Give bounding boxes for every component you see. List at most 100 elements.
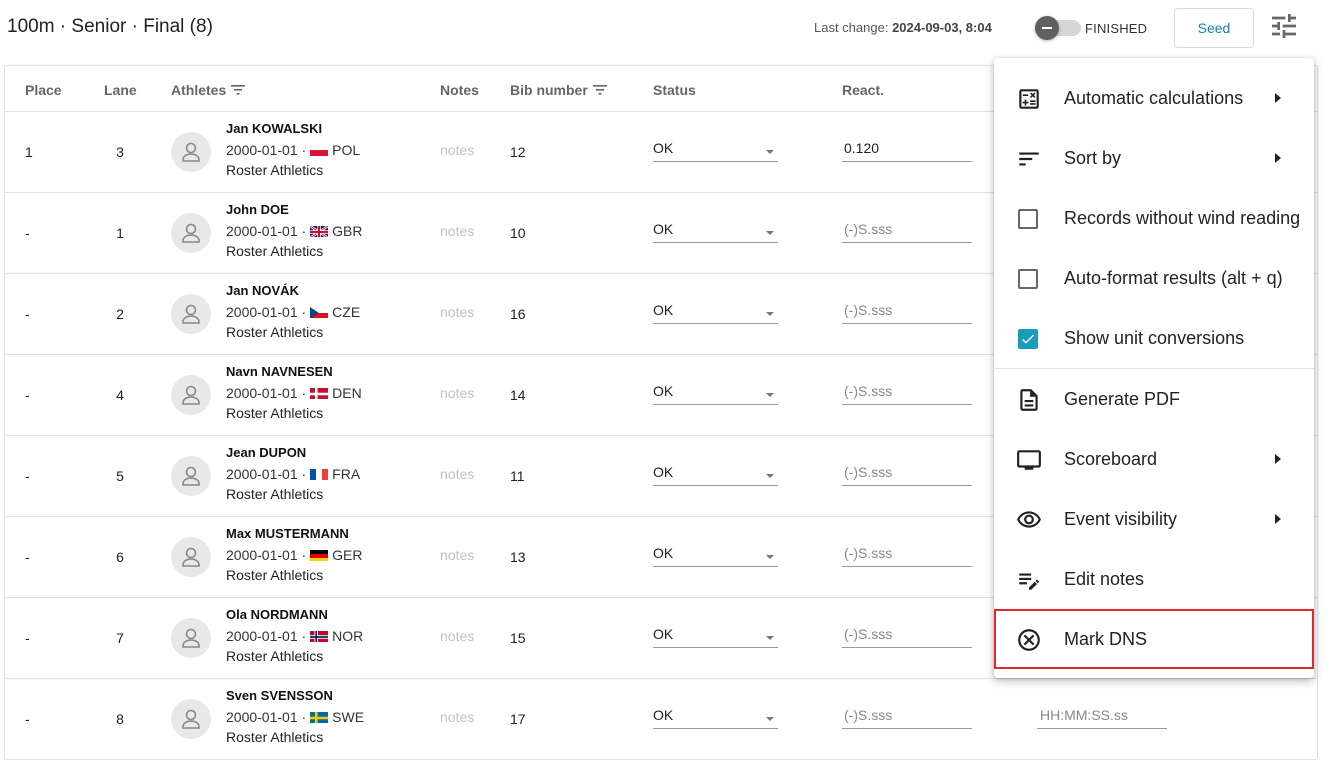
menu-item-sort-by[interactable]: Sort by [994, 128, 1314, 188]
finished-label: FINISHED [1085, 21, 1148, 36]
filter-icon[interactable] [231, 84, 246, 96]
reaction-input[interactable]: 0.120 [842, 140, 972, 162]
athlete-name[interactable]: Jan NOVÁK [226, 283, 299, 298]
athlete-country: GBR [332, 223, 363, 239]
dropdown-caret-icon [766, 636, 774, 640]
avatar[interactable] [171, 618, 211, 658]
athlete-dob: 2000-01-01 · [226, 709, 307, 725]
athlete-club: Roster Athletics [226, 729, 324, 745]
menu-item-automatic-calculations[interactable]: Automatic calculations [994, 68, 1314, 128]
athlete-meta: 2000-01-01 · NOR [226, 628, 363, 644]
col-place[interactable]: Place [25, 82, 62, 98]
reaction-input[interactable]: (-)S.sss [842, 383, 972, 405]
notes-field[interactable]: notes [440, 547, 474, 563]
col-react[interactable]: React. [842, 82, 884, 98]
dropdown-caret-icon [766, 555, 774, 559]
lane-cell: 6 [116, 549, 124, 565]
filter-icon[interactable] [592, 84, 607, 96]
reaction-input[interactable]: (-)S.sss [842, 707, 972, 729]
col-notes[interactable]: Notes [440, 82, 479, 98]
menu-label: Automatic calculations [1064, 88, 1244, 108]
athlete-name[interactable]: Navn NAVNESEN [226, 364, 333, 379]
avatar[interactable] [171, 213, 211, 253]
status-select[interactable]: OK [653, 383, 778, 405]
athlete-country: CZE [332, 304, 361, 320]
notes-field[interactable]: notes [440, 142, 474, 158]
status-select[interactable]: OK [653, 545, 778, 567]
athlete-name[interactable]: Sven SVENSSON [226, 688, 333, 703]
col-status[interactable]: Status [653, 82, 696, 98]
person-icon [182, 385, 200, 405]
col-bib[interactable]: Bib number [510, 82, 607, 98]
reaction-input[interactable]: (-)S.sss [842, 464, 972, 486]
lane-cell: 8 [116, 711, 124, 727]
notes-field[interactable]: notes [440, 466, 474, 482]
person-icon [182, 466, 200, 486]
athlete-name[interactable]: Jan KOWALSKI [226, 121, 322, 136]
athlete-club: Roster Athletics [226, 243, 324, 259]
bib-cell: 12 [510, 144, 526, 160]
athlete-meta: 2000-01-01 · POL [226, 142, 360, 158]
athlete-club: Roster Athletics [226, 405, 324, 421]
menu-item-edit-notes[interactable]: Edit notes [994, 549, 1314, 609]
avatar[interactable] [171, 375, 211, 415]
settings-tune-button[interactable] [1268, 10, 1300, 42]
avatar[interactable] [171, 699, 211, 739]
notes-field[interactable]: notes [440, 223, 474, 239]
reaction-input[interactable]: (-)S.sss [842, 545, 972, 567]
place-cell: - [25, 630, 30, 646]
menu-label: Generate PDF [1064, 389, 1181, 409]
monitor-icon [1017, 450, 1041, 470]
place-cell: - [25, 225, 30, 241]
notes-field[interactable]: notes [440, 385, 474, 401]
menu-item-auto-format[interactable]: Auto-format results (alt + q) [994, 248, 1314, 308]
athlete-name[interactable]: John DOE [226, 202, 289, 217]
checkbox-icon[interactable] [1018, 269, 1038, 289]
person-icon [182, 709, 200, 729]
finished-toggle[interactable] [1035, 16, 1081, 40]
col-lane[interactable]: Lane [104, 82, 137, 98]
avatar[interactable] [171, 294, 211, 334]
bib-cell: 14 [510, 387, 526, 403]
menu-item-scoreboard[interactable]: Scoreboard [994, 429, 1314, 489]
athlete-meta: 2000-01-01 · DEN [226, 385, 362, 401]
athlete-dob: 2000-01-01 · [226, 304, 307, 320]
reaction-input[interactable]: (-)S.sss [842, 221, 972, 243]
athlete-name[interactable]: Ola NORDMANN [226, 607, 328, 622]
table-row[interactable]: - 8 Sven SVENSSON 2000-01-01 · SWE Roste… [5, 679, 1317, 759]
status-select[interactable]: OK [653, 707, 778, 729]
seed-button[interactable]: Seed [1174, 8, 1254, 48]
status-value: OK [653, 302, 674, 318]
status-select[interactable]: OK [653, 464, 778, 486]
athlete-club: Roster Athletics [226, 486, 324, 502]
col-athletes[interactable]: Athletes [171, 82, 246, 98]
avatar[interactable] [171, 456, 211, 496]
lane-cell: 5 [116, 468, 124, 484]
avatar[interactable] [171, 132, 211, 172]
menu-item-show-unit-conversions[interactable]: Show unit conversions [994, 308, 1314, 368]
checkbox-checked-icon[interactable] [1018, 329, 1038, 349]
page-title: 100m · Senior · Final (8) [7, 16, 213, 37]
reaction-input[interactable]: (-)S.sss [842, 626, 972, 648]
status-select[interactable]: OK [653, 626, 778, 648]
menu-item-records-without-wind[interactable]: Records without wind reading [994, 188, 1314, 248]
time-input[interactable]: HH:MM:SS.ss [1037, 707, 1167, 729]
col-athletes-label: Athletes [171, 82, 227, 98]
athlete-name[interactable]: Jean DUPON [226, 445, 306, 460]
status-select[interactable]: OK [653, 302, 778, 324]
menu-item-event-visibility[interactable]: Event visibility [994, 489, 1314, 549]
status-select[interactable]: OK [653, 221, 778, 243]
menu-item-generate-pdf[interactable]: Generate PDF [994, 369, 1314, 429]
avatar[interactable] [171, 537, 211, 577]
athlete-dob: 2000-01-01 · [226, 547, 307, 563]
checkbox-icon[interactable] [1018, 209, 1038, 229]
reaction-input[interactable]: (-)S.sss [842, 302, 972, 324]
notes-field[interactable]: notes [440, 628, 474, 644]
status-select[interactable]: OK [653, 140, 778, 162]
notes-field[interactable]: notes [440, 709, 474, 725]
athlete-name[interactable]: Max MUSTERMANN [226, 526, 349, 541]
person-icon [182, 547, 200, 567]
notes-field[interactable]: notes [440, 304, 474, 320]
place-cell: - [25, 711, 30, 727]
menu-label: Sort by [1064, 148, 1122, 168]
